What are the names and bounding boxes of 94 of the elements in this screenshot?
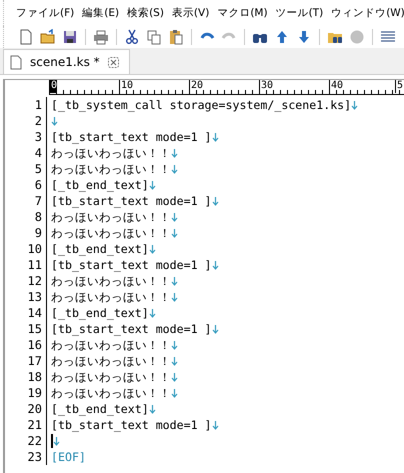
line-number: 5 bbox=[34, 162, 42, 176]
code-line: [tb_start_text mode=1 ] bbox=[51, 322, 212, 336]
code-line: [_tb_end_text] bbox=[51, 178, 149, 192]
code-line: わっほいわっほい！！ bbox=[51, 274, 171, 288]
down-arrow-icon bbox=[296, 29, 312, 45]
folder-icon bbox=[40, 29, 56, 45]
line-number: 2 bbox=[34, 114, 42, 128]
code-line: [tb_start_text mode=1 ] bbox=[51, 130, 212, 144]
newline-icon bbox=[171, 356, 178, 366]
code-line: わっほいわっほい！！ bbox=[51, 290, 171, 304]
line-number: 19 bbox=[26, 386, 42, 400]
code-line: わっほいわっほい！！ bbox=[51, 338, 171, 352]
code-line: [_tb_system_call storage=system/_scene1.ks] bbox=[51, 98, 352, 112]
code-line: [_tb_end_text] bbox=[51, 306, 149, 320]
newline-icon bbox=[171, 228, 178, 238]
ruler-label: 10 bbox=[119, 80, 134, 93]
ruler-label: 20 bbox=[189, 80, 204, 93]
code-line: わっほいわっほい！！ bbox=[51, 210, 171, 224]
newline-icon bbox=[53, 436, 60, 446]
line-number: 7 bbox=[34, 194, 42, 208]
line-number: 17 bbox=[26, 354, 42, 368]
menu-item[interactable]: ツール(T) bbox=[272, 6, 328, 20]
file-icon bbox=[10, 54, 22, 70]
code-line: わっほいわっほい！！ bbox=[51, 354, 171, 368]
newline-icon bbox=[171, 372, 178, 382]
eof-marker: [EOF] bbox=[51, 450, 86, 464]
menu-item[interactable]: 編集(E) bbox=[78, 6, 124, 20]
paste-icon bbox=[168, 29, 184, 45]
newline-icon bbox=[351, 100, 358, 110]
line-number: 9 bbox=[34, 226, 42, 240]
newline-icon bbox=[171, 276, 178, 286]
print-icon bbox=[93, 29, 109, 45]
code-line: わっほいわっほい！！ bbox=[51, 386, 171, 400]
line-number: 6 bbox=[34, 178, 42, 192]
menu-item[interactable]: ウィンドウ(W) bbox=[327, 6, 404, 20]
code-line: わっほいわっほい！！ bbox=[51, 226, 171, 240]
code-line: わっほいわっほい！！ bbox=[51, 370, 171, 384]
line-number: 3 bbox=[34, 130, 42, 144]
menu-item[interactable]: ファイル(F) bbox=[12, 6, 78, 20]
code-line: [tb_start_text mode=1 ] bbox=[51, 258, 212, 272]
newline-icon bbox=[171, 212, 178, 222]
line-number: 13 bbox=[26, 290, 42, 304]
copy-icon bbox=[146, 29, 162, 45]
line-number: 21 bbox=[26, 418, 42, 432]
circle-icon bbox=[349, 29, 365, 45]
ruler-label: 0 bbox=[49, 80, 58, 93]
newline-icon bbox=[171, 292, 178, 302]
line-number: 20 bbox=[26, 402, 42, 416]
scissors-icon bbox=[124, 29, 140, 45]
newline-icon bbox=[171, 148, 178, 158]
menu-item[interactable]: マクロ(M) bbox=[213, 6, 272, 20]
code-line: [_tb_end_text] bbox=[51, 242, 149, 256]
newline-icon bbox=[148, 180, 156, 190]
code-line: [_tb_end_text] bbox=[51, 402, 149, 416]
newline-icon bbox=[148, 308, 156, 318]
ruler-label: 40 bbox=[329, 80, 344, 93]
code-line: わっほいわっほい！！ bbox=[51, 162, 171, 176]
line-number: 1 bbox=[34, 98, 42, 112]
line-number: 12 bbox=[26, 274, 42, 288]
menu-item[interactable]: 表示(V) bbox=[168, 6, 214, 20]
code-line: [tb_start_text mode=1 ] bbox=[51, 418, 212, 432]
new-file-icon bbox=[18, 29, 34, 45]
newline-icon bbox=[212, 420, 219, 430]
line-number: 4 bbox=[34, 146, 42, 160]
newline-icon bbox=[171, 340, 178, 350]
newline-icon bbox=[212, 196, 219, 206]
newline-icon bbox=[212, 324, 219, 334]
up-arrow-icon bbox=[274, 29, 290, 45]
line-number: 23 bbox=[26, 450, 42, 464]
code-line: わっほいわっほい！！ bbox=[51, 146, 171, 160]
line-number: 10 bbox=[26, 242, 42, 256]
newline-icon bbox=[148, 404, 156, 414]
newline-icon bbox=[171, 164, 178, 174]
text-cursor bbox=[51, 434, 53, 448]
newline-icon bbox=[171, 388, 178, 398]
close-icon[interactable] bbox=[108, 56, 119, 68]
ruler-label: 30 bbox=[259, 80, 274, 93]
line-number: 22 bbox=[26, 434, 42, 448]
file-tab[interactable]: scene1.ks * bbox=[3, 49, 130, 74]
newline-icon bbox=[148, 244, 156, 254]
code-line: [tb_start_text mode=1 ] bbox=[51, 194, 212, 208]
line-number: 14 bbox=[26, 306, 42, 320]
newline-icon bbox=[212, 260, 219, 270]
line-number: 8 bbox=[34, 210, 42, 224]
line-number: 18 bbox=[26, 370, 42, 384]
newline-icon bbox=[212, 132, 219, 142]
line-number: 16 bbox=[26, 338, 42, 352]
menu-item[interactable]: 検索(S) bbox=[123, 6, 168, 20]
save-icon bbox=[62, 29, 78, 45]
newline-icon bbox=[51, 116, 58, 126]
line-number: 11 bbox=[26, 258, 42, 272]
ruler-label: 5 bbox=[395, 80, 404, 93]
line-number: 15 bbox=[26, 322, 42, 336]
tab-label: scene1.ks * bbox=[30, 55, 100, 69]
